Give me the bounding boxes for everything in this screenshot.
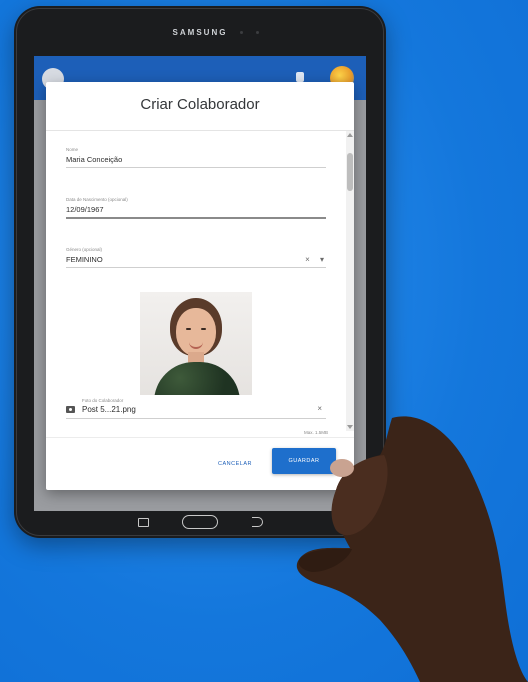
name-field[interactable]: Nome Maria Conceição: [66, 147, 326, 168]
front-camera-icon: [240, 31, 243, 34]
gender-label: Género (opcional): [66, 247, 103, 252]
scroll-up-icon[interactable]: [347, 133, 353, 137]
chevron-down-icon[interactable]: ▾: [320, 255, 324, 264]
clear-file-icon[interactable]: ×: [317, 404, 322, 413]
max-size-hint: Max. 1.5MB: [304, 430, 329, 435]
gender-value[interactable]: FEMININO: [66, 254, 326, 265]
photo-eye-right: [201, 328, 206, 330]
home-button[interactable]: [182, 515, 218, 529]
birthdate-underline: [66, 217, 326, 219]
clear-icon[interactable]: ×: [305, 255, 310, 264]
cancel-button[interactable]: CANCELAR: [210, 454, 260, 474]
recent-apps-icon[interactable]: [138, 518, 149, 527]
create-employee-dialog: Criar Colaborador Nome Maria Conceição D…: [46, 82, 354, 490]
name-label: Nome: [66, 147, 79, 152]
save-button[interactable]: GUARDAR: [272, 448, 336, 474]
employee-photo-preview: [140, 292, 252, 395]
gender-underline: [66, 267, 326, 268]
photo-eye-left: [186, 328, 191, 330]
birthdate-field[interactable]: Data de Nascimento (opcional) 12/09/1967: [66, 197, 326, 219]
tablet-screen: Criar Colaborador Nome Maria Conceição D…: [34, 56, 366, 511]
scroll-down-icon[interactable]: [347, 425, 353, 429]
back-icon[interactable]: [252, 517, 263, 527]
birthdate-label: Data de Nascimento (opcional): [66, 197, 128, 202]
scroll-thumb[interactable]: [347, 153, 353, 191]
photo-upload-label: Foto do Colaborador: [82, 398, 124, 403]
form-scrollbar[interactable]: [346, 131, 354, 431]
actions-divider: [46, 437, 354, 438]
photo-filename[interactable]: Post 5...21.png: [82, 405, 136, 414]
name-input[interactable]: Maria Conceição: [66, 154, 326, 165]
birthdate-input[interactable]: 12/09/1967: [66, 204, 326, 215]
gender-select[interactable]: Género (opcional) FEMININO × ▾: [66, 247, 326, 268]
gender-select-icons: × ▾: [297, 255, 324, 264]
dialog-title: Criar Colaborador: [140, 96, 260, 113]
photo-body: [154, 362, 240, 395]
tablet-device: SAMSUNG Criar Colaborador Nome Maria Con…: [14, 6, 386, 538]
name-underline: [66, 167, 326, 168]
sensor-icon: [256, 31, 259, 34]
camera-icon: [66, 406, 75, 413]
device-brand: SAMSUNG: [172, 28, 228, 37]
photo-upload-underline: [66, 418, 326, 419]
notification-icon[interactable]: [296, 72, 304, 82]
